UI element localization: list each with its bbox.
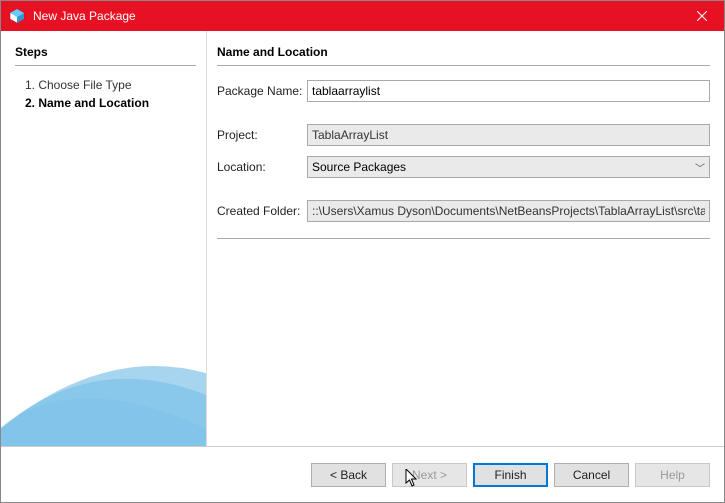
step-item: Choose File Type [15, 76, 196, 94]
project-label: Project: [217, 128, 307, 142]
project-input [307, 124, 710, 146]
window-title: New Java Package [33, 9, 679, 23]
location-select-value: Source Packages [312, 160, 406, 174]
help-button: Help [635, 463, 710, 487]
steps-heading: Steps [15, 45, 196, 59]
location-label: Location: [217, 160, 307, 174]
wizard-background-art [1, 296, 206, 446]
created-folder-input [307, 200, 710, 222]
steps-list: Choose File Type Name and Location [15, 76, 196, 112]
finish-button[interactable]: Finish [473, 463, 548, 487]
form-panel: Name and Location Package Name: Project:… [206, 31, 724, 446]
chevron-down-icon: ﹀ [695, 160, 705, 175]
cancel-button[interactable]: Cancel [554, 463, 629, 487]
app-icon [9, 8, 25, 24]
close-button[interactable] [679, 1, 724, 31]
package-name-input[interactable] [307, 80, 710, 102]
back-button[interactable]: < Back [311, 463, 386, 487]
form-heading: Name and Location [217, 45, 710, 59]
next-button: Next > [392, 463, 467, 487]
package-name-label: Package Name: [217, 84, 307, 98]
button-bar: < Back Next > Finish Cancel Help [1, 446, 724, 502]
step-item-current: Name and Location [15, 94, 196, 112]
steps-panel: Steps Choose File Type Name and Location [1, 31, 206, 446]
title-bar: New Java Package [1, 1, 724, 31]
location-select[interactable]: Source Packages ﹀ [307, 156, 710, 178]
created-folder-label: Created Folder: [217, 204, 307, 218]
